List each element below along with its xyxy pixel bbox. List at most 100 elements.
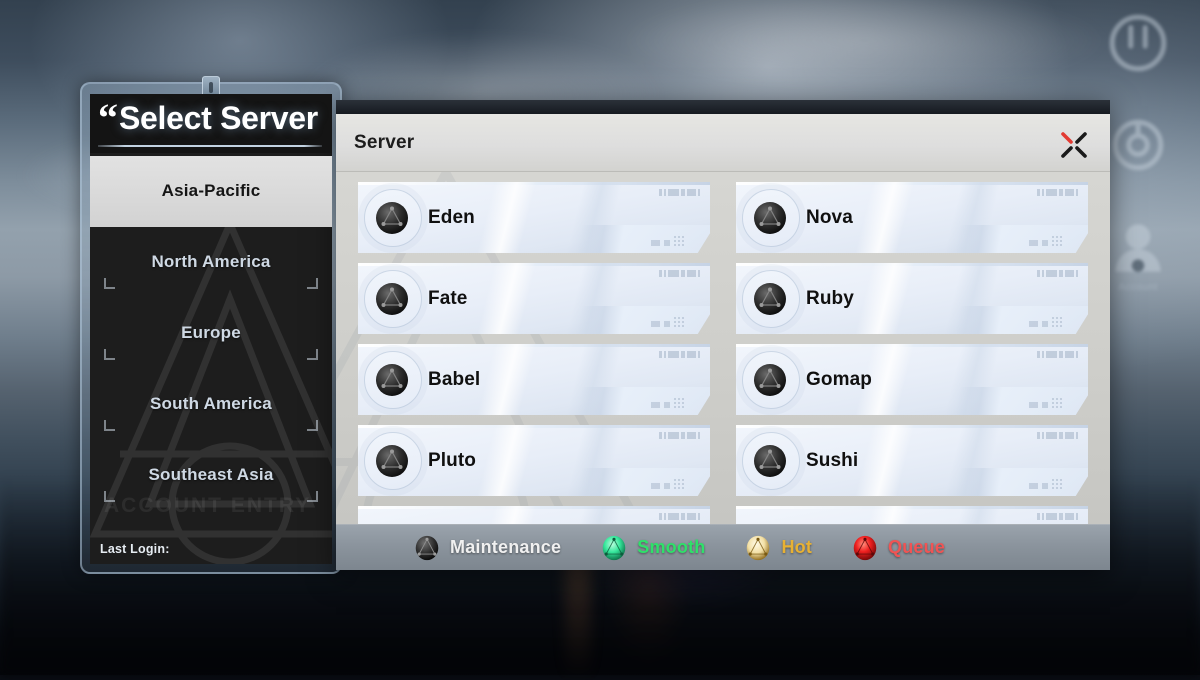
- card-top-accent: [358, 425, 710, 428]
- server-name: Babel: [428, 368, 481, 390]
- card-wedge-decoration: [548, 224, 710, 253]
- card-top-accent: [358, 506, 710, 509]
- server-card-partial-left[interactable]: [358, 506, 710, 524]
- server-list-area: Eden Nova Fate Ruby Babel Gomap Pluto Su…: [336, 172, 1110, 524]
- legend-label: Maintenance: [450, 537, 562, 557]
- region-label: Southeast Asia: [148, 465, 274, 485]
- status-orb-maintenance-icon: [414, 535, 440, 561]
- server-name: Sushi: [806, 449, 859, 471]
- select-server-header: “ Select Server: [90, 94, 332, 153]
- server-card-ruby[interactable]: Ruby: [736, 263, 1088, 334]
- server-name: Eden: [428, 206, 475, 228]
- server-card-nova[interactable]: Nova: [736, 182, 1088, 253]
- card-tech-marks-top: [1037, 189, 1078, 196]
- sidebar-item-south-america[interactable]: South America: [90, 369, 332, 440]
- card-tech-marks-top: [1037, 432, 1078, 439]
- region-label: Asia-Pacific: [161, 181, 261, 201]
- close-icon[interactable]: [1054, 126, 1094, 164]
- card-tech-marks-top: [659, 513, 700, 520]
- legend-label: Queue: [888, 537, 946, 557]
- last-login-label: Last Login:: [100, 542, 170, 556]
- card-tech-marks-bottom: [651, 236, 684, 246]
- region-label: North America: [151, 252, 271, 272]
- legend-item-smooth: Smooth: [601, 535, 705, 561]
- region-label: South America: [150, 394, 272, 414]
- select-server-panel: ACCOUNT ENTRY “ Select Server Asia-Pacif…: [80, 76, 342, 574]
- card-tech-marks-bottom: [1029, 317, 1062, 327]
- card-tech-marks-top: [659, 351, 700, 358]
- account-icon: Account: [1105, 214, 1171, 293]
- card-tech-marks-bottom: [651, 479, 684, 489]
- server-card-gomap[interactable]: Gomap: [736, 344, 1088, 415]
- card-top-accent: [358, 263, 710, 266]
- title-divider: [98, 144, 322, 147]
- card-wedge-decoration: [548, 386, 710, 415]
- card-wedge-decoration: [548, 467, 710, 496]
- status-orb-maintenance-icon: [375, 363, 409, 397]
- card-wedge-decoration: [926, 467, 1088, 496]
- region-list: Asia-Pacific North America Europe South …: [90, 155, 332, 511]
- server-card-pluto[interactable]: Pluto: [358, 425, 710, 496]
- sidebar-item-europe[interactable]: Europe: [90, 298, 332, 369]
- status-orb-hot-icon: [745, 535, 771, 561]
- legend-item-hot: Hot: [745, 535, 812, 561]
- server-card-eden[interactable]: Eden: [358, 182, 710, 253]
- server-name: Gomap: [806, 368, 872, 390]
- server-name: Nova: [806, 206, 853, 228]
- card-tech-marks-bottom: [651, 317, 684, 327]
- status-orb-maintenance-icon: [753, 363, 787, 397]
- dialog-top-strip: [336, 100, 1110, 114]
- status-orb-maintenance-icon: [375, 444, 409, 478]
- server-card-babel[interactable]: Babel: [358, 344, 710, 415]
- quote-mark-icon: “: [98, 95, 118, 140]
- legend-label: Hot: [781, 537, 813, 557]
- card-tech-marks-top: [1037, 270, 1078, 277]
- status-orb-maintenance-icon: [753, 282, 787, 316]
- page-title: Select Server: [119, 100, 318, 136]
- server-grid: Eden Nova Fate Ruby Babel Gomap Pluto Su…: [358, 182, 1088, 524]
- card-top-accent: [358, 344, 710, 347]
- server-dialog: Server Eden Nova Fate Ruby Babel Gomap P…: [336, 100, 1110, 570]
- server-name: Fate: [428, 287, 468, 309]
- power-icon: [1105, 10, 1171, 76]
- card-tech-marks-bottom: [1029, 479, 1062, 489]
- card-tech-marks-bottom: [1029, 236, 1062, 246]
- card-tech-marks-top: [659, 270, 700, 277]
- card-tech-marks-top: [1037, 351, 1078, 358]
- card-tech-marks-bottom: [1029, 398, 1062, 408]
- server-card-sushi[interactable]: Sushi: [736, 425, 1088, 496]
- account-icon-label: Account: [1118, 282, 1158, 293]
- card-wedge-decoration: [926, 224, 1088, 253]
- status-orb-maintenance-icon: [375, 201, 409, 235]
- card-top-accent: [736, 506, 1088, 509]
- status-orb-queue-icon: [852, 535, 878, 561]
- server-name: Pluto: [428, 449, 476, 471]
- legend-item-queue: Queue: [852, 535, 945, 561]
- card-top-accent: [736, 263, 1088, 266]
- region-label: Europe: [181, 323, 241, 343]
- sidebar-item-north-america[interactable]: North America: [90, 227, 332, 298]
- legend-label: Smooth: [637, 537, 706, 557]
- card-top-accent: [736, 344, 1088, 347]
- select-server-panel-inner: ACCOUNT ENTRY “ Select Server Asia-Pacif…: [90, 94, 332, 564]
- server-name: Ruby: [806, 287, 854, 309]
- status-orb-maintenance-icon: [753, 201, 787, 235]
- card-top-accent: [736, 182, 1088, 185]
- dialog-title: Server: [354, 131, 415, 153]
- card-tech-marks-top: [1037, 513, 1078, 520]
- status-legend: Maintenance Smooth Hot Queue: [336, 524, 1110, 570]
- card-wedge-decoration: [926, 305, 1088, 334]
- server-card-partial-right[interactable]: [736, 506, 1088, 524]
- status-orb-maintenance-icon: [375, 282, 409, 316]
- card-tech-marks-top: [659, 432, 700, 439]
- card-tech-marks-bottom: [651, 398, 684, 408]
- dialog-titlebar: Server: [336, 114, 1110, 172]
- card-top-accent: [736, 425, 1088, 428]
- sidebar-item-asia-pacific[interactable]: Asia-Pacific: [90, 155, 332, 227]
- card-wedge-decoration: [548, 305, 710, 334]
- card-top-accent: [358, 182, 710, 185]
- server-card-fate[interactable]: Fate: [358, 263, 710, 334]
- card-wedge-decoration: [926, 386, 1088, 415]
- legend-item-maintenance: Maintenance: [414, 535, 561, 561]
- sidebar-item-southeast-asia[interactable]: Southeast Asia: [90, 440, 332, 511]
